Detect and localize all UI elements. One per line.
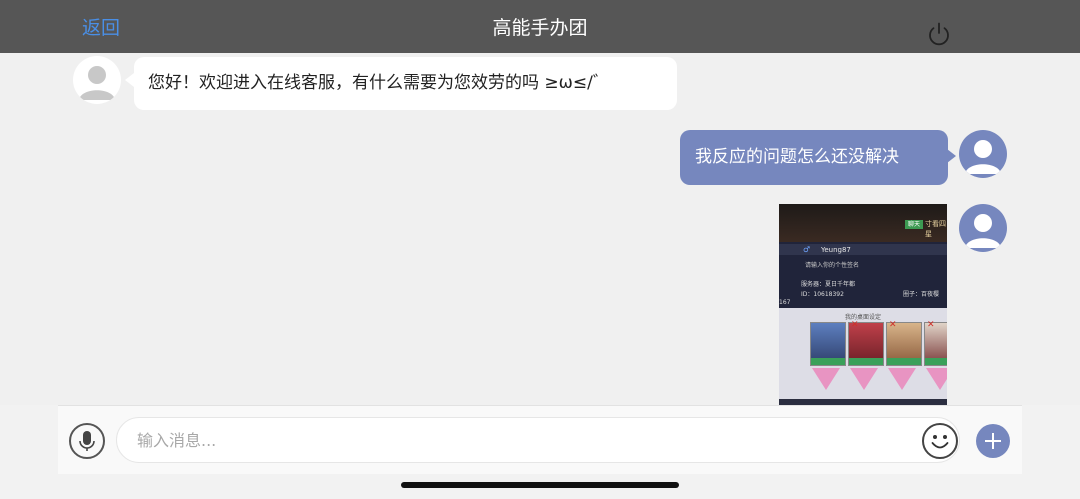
home-indicator bbox=[401, 482, 679, 488]
bubble-tail bbox=[947, 149, 956, 163]
plus-icon[interactable] bbox=[976, 424, 1010, 458]
pink-marker bbox=[888, 368, 916, 390]
desktop-settings-board: 我的桌面设定 ✕ ✕ ✕ bbox=[779, 308, 947, 405]
power-icon[interactable] bbox=[924, 19, 954, 49]
character-card: ✕ bbox=[886, 320, 922, 366]
user-image-message[interactable]: 聊天 寸看四星 ♂ Yeung87 请输入你的个性签名 服务器：夏日千年都 ID… bbox=[779, 204, 947, 405]
pink-marker bbox=[850, 368, 878, 390]
pink-marker bbox=[812, 368, 840, 390]
tag-side-text: 寸看四星 bbox=[925, 220, 946, 238]
bubble-tail bbox=[125, 73, 134, 87]
person-icon bbox=[965, 140, 1001, 174]
person-icon bbox=[79, 66, 115, 100]
message-text: 您好！欢迎进入在线客服，有什么需要为您效劳的吗 ≥ω≤/゛ bbox=[148, 73, 610, 93]
name-row: ♂ Yeung87 bbox=[779, 244, 947, 255]
emoji-icon bbox=[931, 435, 949, 449]
message-text: 我反应的问题怎么还没解决 bbox=[695, 147, 899, 167]
player-profile-panel: ♂ Yeung87 请输入你的个性签名 服务器：夏日千年都 ID：1061839… bbox=[779, 242, 947, 308]
chat-messages[interactable]: 您好！欢迎进入在线客服，有什么需要为您效劳的吗 ≥ω≤/゛ 我反应的问题怎么还没… bbox=[0, 53, 1080, 405]
player-id: ID：10618392 bbox=[801, 291, 844, 298]
microphone-button[interactable] bbox=[69, 423, 105, 459]
player-name: Yeung87 bbox=[821, 246, 851, 254]
user-message[interactable]: 我反应的问题怎么还没解决 bbox=[680, 130, 948, 185]
character-card: ✕ bbox=[848, 320, 884, 366]
character-card bbox=[810, 322, 846, 366]
side-number: 167 bbox=[779, 299, 791, 306]
microphone-icon bbox=[79, 431, 95, 451]
user-avatar bbox=[959, 204, 1007, 252]
male-icon: ♂ bbox=[803, 245, 811, 254]
player-signature: 请输入你的个性签名 bbox=[805, 262, 860, 269]
page-title: 高能手办团 bbox=[492, 17, 588, 39]
message-input-bar bbox=[58, 405, 1022, 474]
navigation-bar: 返回 高能手办团 bbox=[0, 0, 1080, 53]
game-screen-top: 聊天 寸看四星 bbox=[779, 204, 947, 242]
customer-service-avatar bbox=[73, 56, 121, 104]
character-card: ✕ bbox=[924, 320, 947, 366]
player-circle: 圈子：百夜樱 bbox=[903, 291, 940, 298]
pink-marker bbox=[926, 368, 947, 390]
user-avatar bbox=[959, 130, 1007, 178]
emoji-button[interactable] bbox=[922, 423, 958, 459]
player-server: 服务器：夏日千年都 bbox=[801, 281, 856, 288]
customer-service-message[interactable]: 您好！欢迎进入在线客服，有什么需要为您效劳的吗 ≥ω≤/゛ bbox=[134, 57, 677, 110]
board-title: 我的桌面设定 bbox=[844, 314, 881, 321]
person-icon bbox=[965, 214, 1001, 248]
chat-tag-label: 聊天 bbox=[907, 221, 920, 228]
message-input[interactable] bbox=[116, 417, 960, 463]
